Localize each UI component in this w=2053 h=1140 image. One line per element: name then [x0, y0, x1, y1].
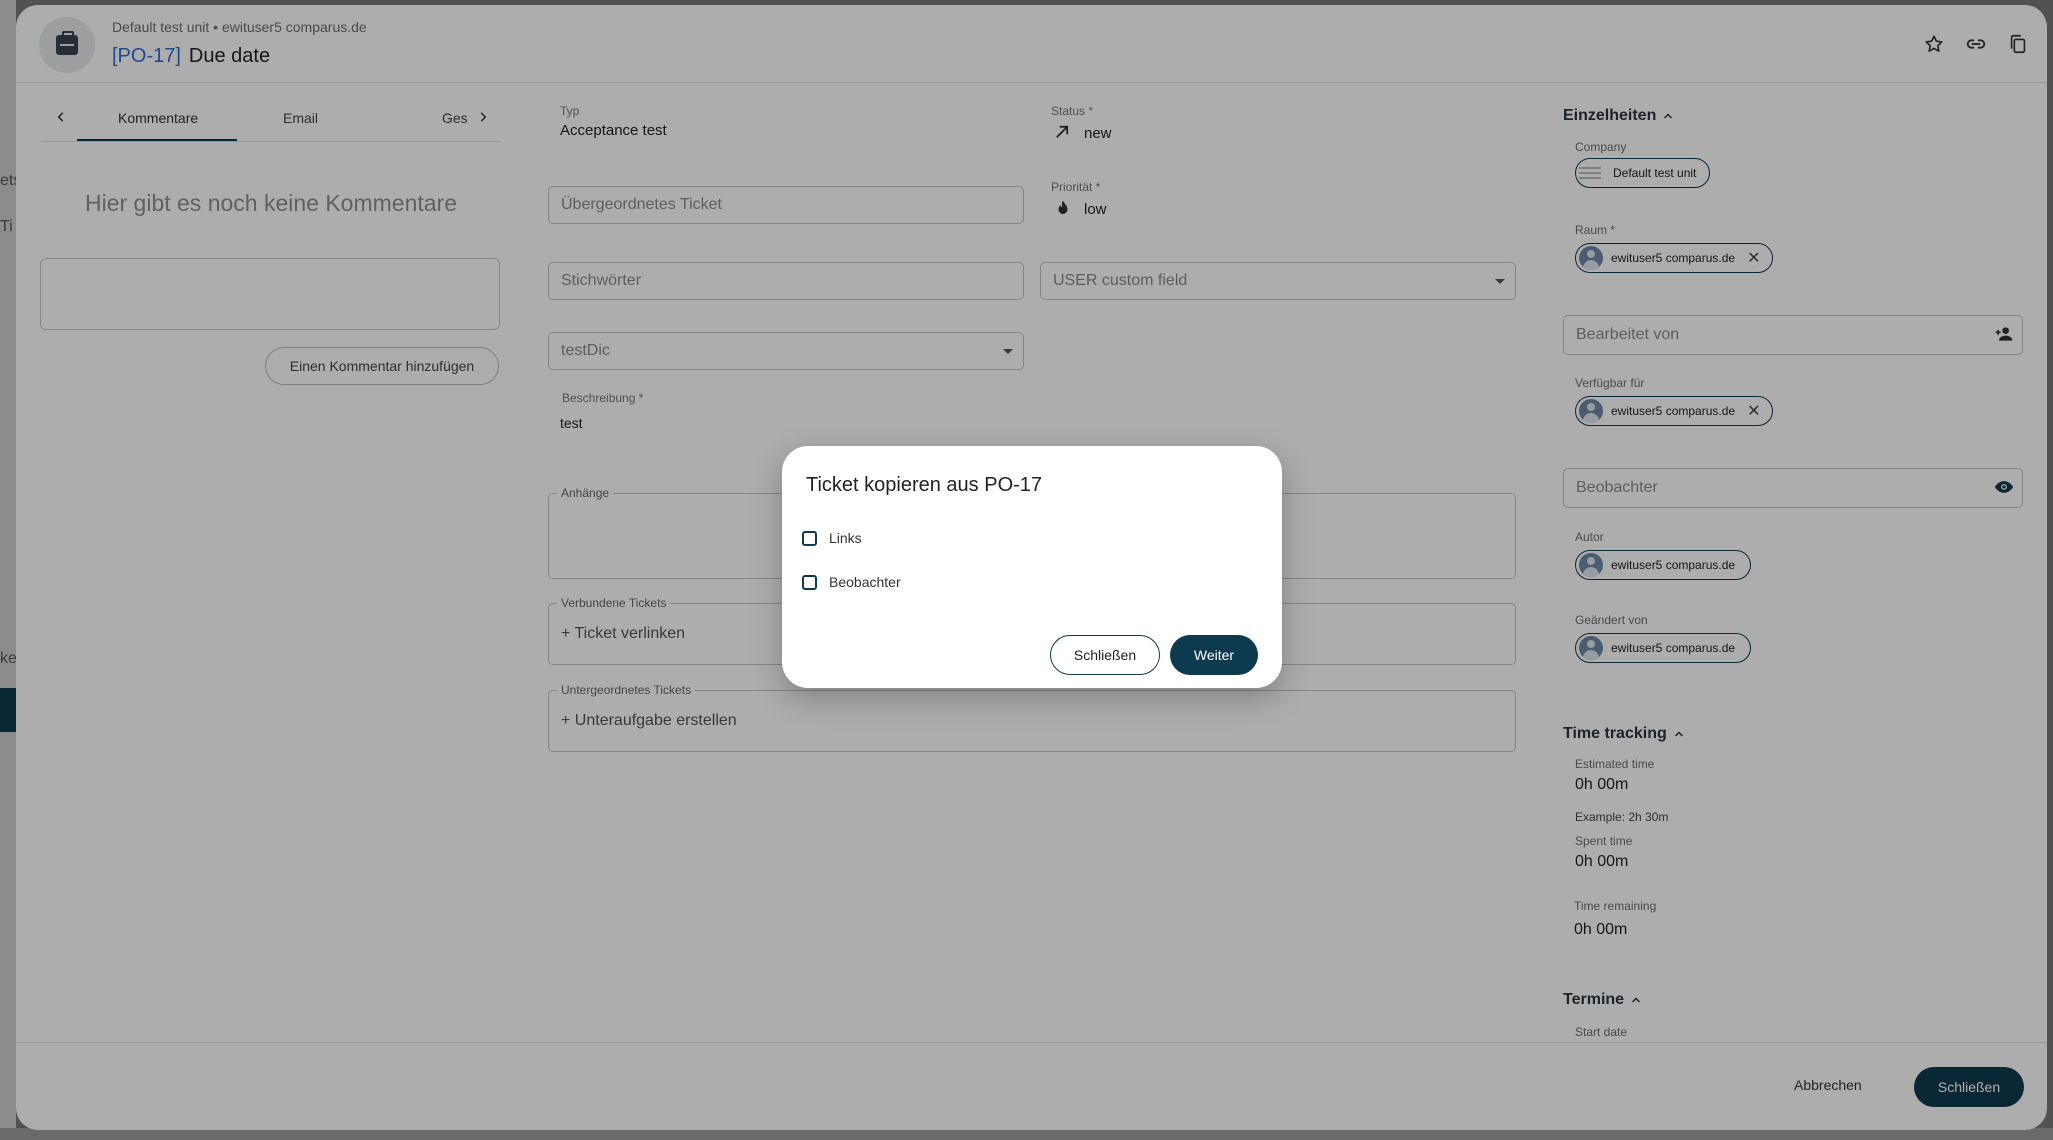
option-links[interactable]: Links [802, 530, 862, 546]
copy-ticket-dialog: Ticket kopieren aus PO-17 Links Beobacht… [782, 446, 1282, 688]
dialog-next-button[interactable]: Weiter [1170, 635, 1258, 675]
option-watchers[interactable]: Beobachter [802, 574, 901, 590]
watchers-label: Beobachter [829, 574, 901, 590]
dialog-title: Ticket kopieren aus PO-17 [806, 474, 1043, 496]
watchers-checkbox[interactable] [802, 574, 817, 590]
dialog-close-button[interactable]: Schließen [1050, 635, 1160, 675]
links-checkbox[interactable] [802, 530, 817, 546]
links-label: Links [829, 530, 862, 546]
